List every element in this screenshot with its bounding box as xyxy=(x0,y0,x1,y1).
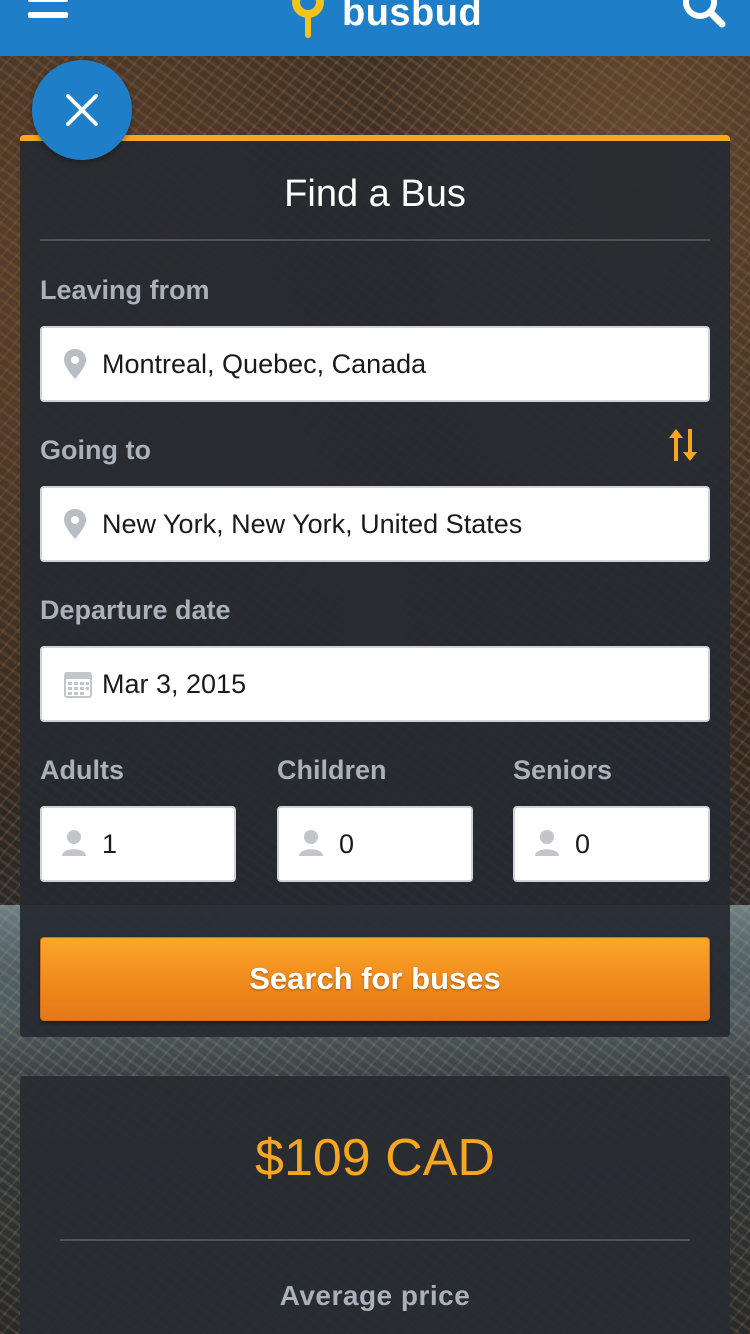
children-label: Children xyxy=(277,755,387,785)
seniors-label: Seniors xyxy=(513,755,613,785)
busbud-logo[interactable]: busbud xyxy=(286,0,482,40)
children-value: 0 xyxy=(339,829,355,859)
seniors-input[interactable]: 0 xyxy=(513,806,710,882)
close-button[interactable] xyxy=(32,60,132,160)
location-pin-icon xyxy=(64,509,86,539)
adults-input[interactable]: 1 xyxy=(40,806,236,882)
person-icon xyxy=(535,830,559,856)
adults-value: 1 xyxy=(102,829,118,859)
leaving-from-label: Leaving from xyxy=(40,275,210,305)
search-for-buses-button[interactable]: Search for buses xyxy=(40,937,710,1021)
leaving-from-input[interactable]: Montreal, Quebec, Canada xyxy=(40,326,710,402)
leaving-from-value: Montreal, Quebec, Canada xyxy=(102,349,427,379)
calendar-icon xyxy=(64,672,92,698)
card-divider xyxy=(40,239,710,241)
departure-date-value: Mar 3, 2015 xyxy=(102,669,247,699)
find-bus-card: Find a Bus Leaving from Montreal, Quebec… xyxy=(20,135,730,1037)
price-divider xyxy=(60,1239,690,1241)
adults-label: Adults xyxy=(40,755,124,785)
top-nav-bar: busbud xyxy=(0,0,750,56)
person-icon xyxy=(299,830,323,856)
search-icon[interactable] xyxy=(680,0,726,30)
location-pin-icon xyxy=(64,349,86,379)
logo-pin-icon xyxy=(292,0,324,38)
going-to-input[interactable]: New York, New York, United States xyxy=(40,486,710,562)
average-price-value: $109 CAD xyxy=(255,1129,495,1187)
person-icon xyxy=(62,830,86,856)
average-price-card: $109 CAD Average price xyxy=(20,1076,730,1334)
seniors-value: 0 xyxy=(575,829,591,859)
average-price-label: Average price xyxy=(279,1280,471,1311)
brand-name: busbud xyxy=(342,0,483,34)
hamburger-menu-icon[interactable] xyxy=(28,0,68,22)
going-to-value: New York, New York, United States xyxy=(102,509,523,539)
departure-date-label: Departure date xyxy=(40,595,231,625)
close-icon xyxy=(66,94,98,126)
card-title: Find a Bus xyxy=(284,173,466,215)
children-input[interactable]: 0 xyxy=(277,806,473,882)
swap-arrows-icon[interactable] xyxy=(668,427,698,463)
going-to-label: Going to xyxy=(40,435,151,465)
departure-date-input[interactable]: Mar 3, 2015 xyxy=(40,646,710,722)
